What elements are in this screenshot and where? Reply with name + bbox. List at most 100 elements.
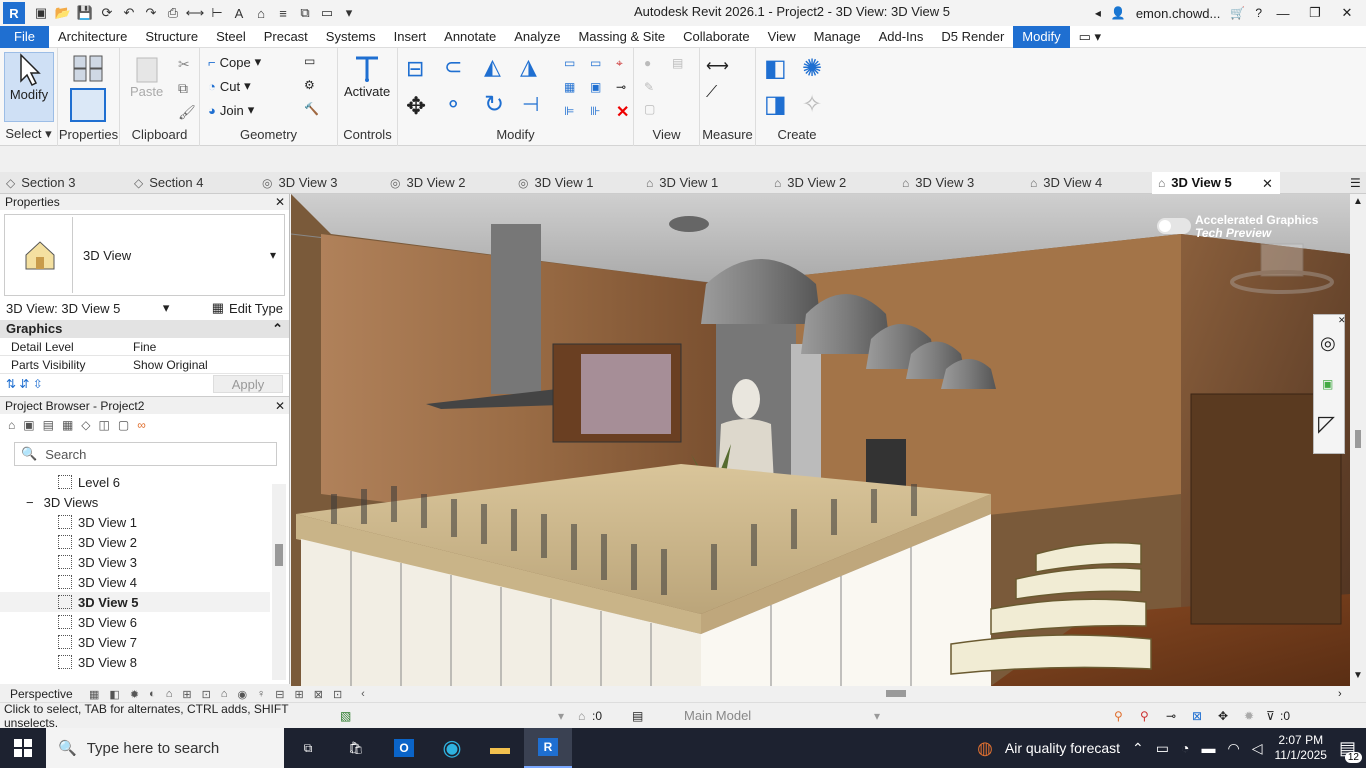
print-icon[interactable]: ⎙ — [163, 3, 183, 23]
tree-item[interactable]: 3D View 5 — [0, 592, 270, 612]
fly-icon[interactable]: ◸ — [1318, 411, 1335, 437]
edge-icon[interactable]: ◉ — [428, 728, 476, 768]
tree-item[interactable]: −3D Views — [0, 492, 270, 512]
copy-icon[interactable]: ⧉ — [178, 80, 188, 97]
cart-icon[interactable]: 🛒 — [1230, 6, 1245, 20]
editable-only-icon[interactable]: ⌂ — [578, 709, 585, 723]
measure-icon[interactable]: ⟷ — [185, 3, 205, 23]
tab-add-ins[interactable]: Add-Ins — [870, 26, 933, 48]
close-hidden-windows-icon[interactable]: ⧉ — [295, 3, 315, 23]
tab-annotate[interactable]: Annotate — [435, 26, 505, 48]
user-icon[interactable]: 👤 — [1111, 6, 1126, 20]
switch-windows-icon[interactable]: ▭ — [317, 3, 337, 23]
tree-item[interactable]: 3D View 7 — [0, 632, 270, 652]
tree-item[interactable]: 3D View 2 — [0, 532, 270, 552]
drag-on-selection-icon[interactable]: ✥ — [1218, 709, 1228, 723]
view-tab[interactable]: ⌂ 3D View 1 — [640, 172, 768, 194]
store-icon[interactable]: 🛍 — [332, 728, 380, 768]
apply-button[interactable]: Apply — [213, 375, 283, 393]
ribbon-display-toggle-icon[interactable]: ▭ ▾ — [1070, 26, 1110, 48]
view-tab[interactable]: ⌂ 3D View 4 — [1024, 172, 1152, 194]
background-process-icon[interactable]: ✹ — [1244, 709, 1254, 723]
minimize-button[interactable]: — — [1272, 6, 1294, 21]
taskbar-search[interactable]: 🔍 Type here to search — [46, 728, 284, 768]
properties-button[interactable] — [70, 88, 106, 122]
wifi-icon[interactable]: ◠ — [1227, 740, 1239, 757]
tab-analyze[interactable]: Analyze — [505, 26, 569, 48]
view-tab[interactable]: ◎ 3D View 1 — [512, 172, 640, 194]
temporary-view-properties-icon[interactable]: ⊞ — [295, 688, 304, 701]
browser-links-icon[interactable]: ▢ — [118, 418, 129, 432]
infocenter-arrow-icon[interactable]: ◂ — [1095, 6, 1101, 20]
wall-joins-icon[interactable]: ▭ — [304, 54, 315, 68]
projection-label[interactable]: Perspective — [0, 687, 84, 701]
reveal-hidden-icon[interactable]: ♀ — [257, 688, 265, 700]
3d-viewport[interactable]: Accelerated Graphics Tech Preview ◎ ▣ ◸ … — [291, 194, 1350, 686]
cope-button[interactable]: ⌐ Cope ▾ — [208, 54, 261, 70]
tree-item[interactable]: 3D View 6 — [0, 612, 270, 632]
move-icon[interactable]: ✥ — [406, 92, 426, 121]
highlight-displacement-icon[interactable]: ⊡ — [333, 688, 342, 701]
property-value[interactable]: Show Original — [125, 356, 289, 373]
unpin-icon[interactable]: ⌖ — [616, 56, 623, 71]
trim-extend-icon[interactable]: ⊫ — [564, 104, 574, 118]
rendering-dialog-icon[interactable]: ⌂ — [166, 688, 173, 700]
select-links-icon[interactable]: ⚲ — [1114, 709, 1123, 723]
create-assembly-icon[interactable]: ◧ — [764, 54, 787, 83]
outlook-icon[interactable]: O — [380, 728, 428, 768]
activate-button[interactable]: Activate — [344, 54, 390, 99]
file-explorer-icon[interactable]: ▬ — [476, 728, 524, 768]
copy-elements-icon[interactable]: ⚬ — [444, 92, 462, 118]
offset-icon[interactable]: ⊂ — [444, 54, 462, 80]
thin-lines-icon[interactable]: ≡ — [273, 3, 293, 23]
view-tab[interactable]: ◎ 3D View 3 — [256, 172, 384, 194]
trim-icon[interactable]: ⊣ — [522, 92, 539, 117]
graphics-group[interactable]: Graphics ⌃ — [0, 320, 289, 338]
browser-search-input[interactable]: 🔍 Search — [14, 442, 277, 466]
customize-qat-icon[interactable]: ▾ — [339, 3, 359, 23]
cut-geometry-button[interactable]: ◔ Cut ▾ — [208, 78, 251, 94]
scroll-right-icon[interactable]: › — [1338, 688, 1342, 700]
create-similar-icon[interactable]: ✧ — [802, 90, 822, 119]
tree-item[interactable]: 3D View 8 — [0, 652, 270, 672]
browser-scroll-thumb[interactable] — [275, 544, 283, 566]
select-underlay-icon[interactable]: ⚲ — [1140, 709, 1149, 723]
tray-overflow-icon[interactable]: ⌃ — [1132, 740, 1144, 757]
tab-structure[interactable]: Structure — [136, 26, 207, 48]
scale-icon[interactable]: ▣ — [590, 80, 601, 94]
browser-schedules-icon[interactable]: ▦ — [62, 418, 73, 432]
pin-icon[interactable]: ⊸ — [616, 80, 626, 94]
collapse-toggle-icon[interactable]: − — [26, 495, 34, 510]
property-row[interactable]: Parts Visibility Show Original — [0, 356, 289, 374]
selector-dropdown-icon[interactable]: ▾ — [163, 300, 170, 316]
home-icon[interactable]: ▣ — [31, 3, 51, 23]
rotate-icon[interactable]: ↻ — [484, 90, 504, 119]
split-gap-icon[interactable]: ▭ — [590, 56, 601, 70]
view-tab[interactable]: ⌂ 3D View 5 — [1152, 171, 1280, 194]
close-icon[interactable]: ✕ — [275, 195, 285, 209]
browser-families-icon[interactable]: ◇ — [81, 418, 90, 432]
restore-button[interactable]: ❐ — [1304, 5, 1326, 21]
sort-icons[interactable]: ⇅ ⇵ ⇳ — [6, 377, 43, 391]
horizontal-scroll-thumb[interactable] — [886, 690, 906, 697]
tab-file[interactable]: File — [0, 25, 49, 48]
user-name[interactable]: emon.chowd... — [1136, 6, 1221, 21]
detail-level-icon[interactable]: ▦ — [89, 688, 99, 701]
measure-between-icon[interactable]: ⟷ — [706, 56, 729, 76]
tab-d5-render[interactable]: D5 Render — [932, 26, 1013, 48]
tab-steel[interactable]: Steel — [207, 26, 255, 48]
view-tab[interactable]: ◇ Section 3 — [0, 172, 128, 194]
dimension-icon[interactable]: ⟋ — [706, 84, 717, 102]
browser-scrollbar[interactable] — [272, 484, 286, 680]
battery-icon[interactable]: ▬ — [1201, 740, 1215, 756]
tree-item[interactable]: 3D View 1 — [0, 512, 270, 532]
aligned-dimension-icon[interactable]: ⊢ — [207, 3, 227, 23]
main-model-selector[interactable]: Main Model — [684, 708, 751, 723]
select-dropdown[interactable]: Select ▾ — [0, 126, 57, 142]
design-options-icon[interactable]: ▤ — [632, 709, 643, 723]
select-pinned-icon[interactable]: ⊸ — [1166, 709, 1176, 723]
volume-icon[interactable]: ◁ — [1252, 740, 1263, 757]
mirror-axis-icon[interactable]: ◭ — [484, 54, 501, 80]
tree-item[interactable]: 3D View 4 — [0, 572, 270, 592]
crop-view-icon[interactable]: ⊞ — [182, 688, 191, 701]
